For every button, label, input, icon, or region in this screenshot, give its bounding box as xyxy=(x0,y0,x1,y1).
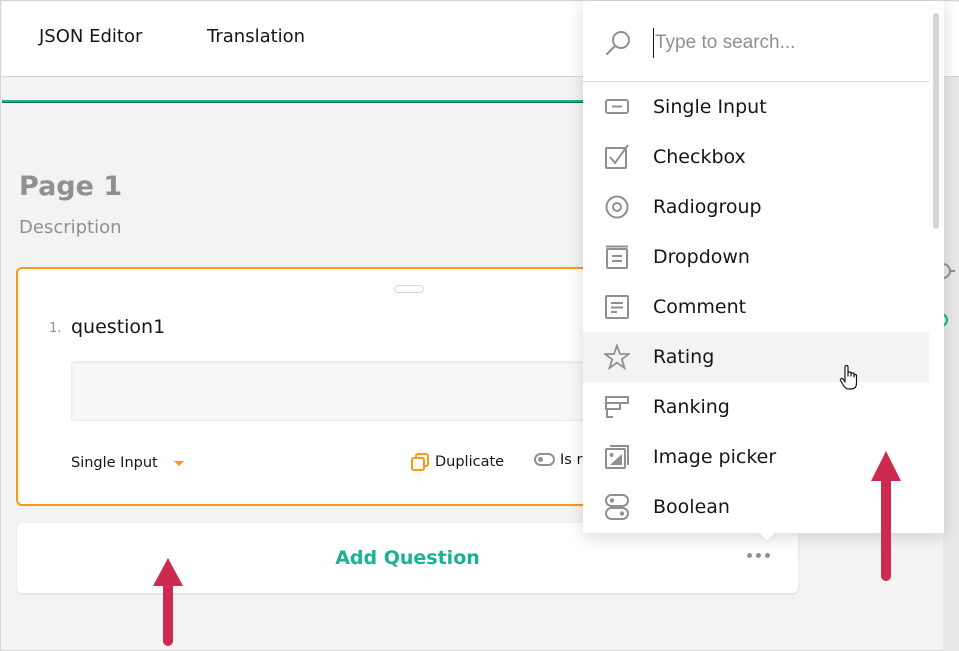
annotation-arrow-left xyxy=(153,558,183,646)
more-options-button[interactable] xyxy=(747,553,770,558)
menu-item-label: Comment xyxy=(653,296,747,318)
image-picker-icon xyxy=(605,445,629,469)
page-title[interactable]: Page 1 xyxy=(19,171,122,202)
popup-scrollbar[interactable] xyxy=(933,13,939,229)
menu-item-single-input[interactable]: Single Input xyxy=(583,82,929,132)
menu-item-label: Ranking xyxy=(653,396,730,418)
annotation-arrow-right xyxy=(871,451,901,581)
dot-icon xyxy=(756,553,761,558)
menu-item-rating[interactable]: Rating xyxy=(583,332,929,382)
menu-item-dropdown[interactable]: Dropdown xyxy=(583,232,929,282)
single-input-icon xyxy=(605,99,629,114)
duplicate-label: Duplicate xyxy=(435,454,505,470)
search-input[interactable] xyxy=(653,28,913,58)
menu-item-label: Checkbox xyxy=(653,146,746,168)
menu-item-label: Single Input xyxy=(653,96,767,118)
right-sidebar-strip xyxy=(940,77,959,651)
popup-pointer xyxy=(757,531,777,541)
comment-icon xyxy=(605,295,629,319)
menu-item-label: Radiogroup xyxy=(653,196,762,218)
tab-json-editor[interactable]: JSON Editor xyxy=(39,26,142,47)
menu-item-label: Boolean xyxy=(653,496,730,518)
boolean-icon xyxy=(605,494,629,520)
menu-item-ranking[interactable]: Ranking xyxy=(583,382,929,432)
duplicate-icon xyxy=(411,453,429,471)
search-icon xyxy=(605,31,630,56)
add-question-panel: Add Question xyxy=(17,523,798,593)
tab-translation[interactable]: Translation xyxy=(207,26,305,47)
menu-item-label: Dropdown xyxy=(653,246,750,268)
popup-search-row xyxy=(583,1,929,82)
dot-icon xyxy=(747,553,752,558)
is-required-toggle[interactable]: Is r xyxy=(534,452,582,468)
checkbox-icon xyxy=(605,144,629,169)
toggle-icon xyxy=(534,453,555,466)
is-required-label: Is r xyxy=(560,452,583,468)
star-icon xyxy=(604,344,630,370)
hand-cursor-icon xyxy=(839,365,858,390)
add-question-button[interactable]: Add Question xyxy=(17,547,798,569)
duplicate-button[interactable]: Duplicate xyxy=(410,452,504,472)
dot-icon xyxy=(765,553,770,558)
question-number: 1. xyxy=(49,321,62,336)
menu-item-comment[interactable]: Comment xyxy=(583,282,929,332)
ranking-icon xyxy=(605,396,629,418)
app-frame: JSON Editor Translation Page 1 Descripti… xyxy=(0,0,959,651)
menu-item-checkbox[interactable]: Checkbox xyxy=(583,132,929,182)
dropdown-icon xyxy=(606,245,628,269)
question-type-selector[interactable]: Single Input xyxy=(71,455,158,471)
radiogroup-icon xyxy=(605,195,629,219)
question-answer-input[interactable] xyxy=(71,361,631,421)
menu-item-label: Image picker xyxy=(653,446,777,468)
menu-item-radiogroup[interactable]: Radiogroup xyxy=(583,182,929,232)
menu-item-label: Rating xyxy=(653,346,715,368)
chevron-down-icon[interactable] xyxy=(174,461,184,466)
question-title[interactable]: question1 xyxy=(71,316,165,338)
page-description[interactable]: Description xyxy=(19,217,122,238)
drag-handle[interactable] xyxy=(394,285,424,293)
